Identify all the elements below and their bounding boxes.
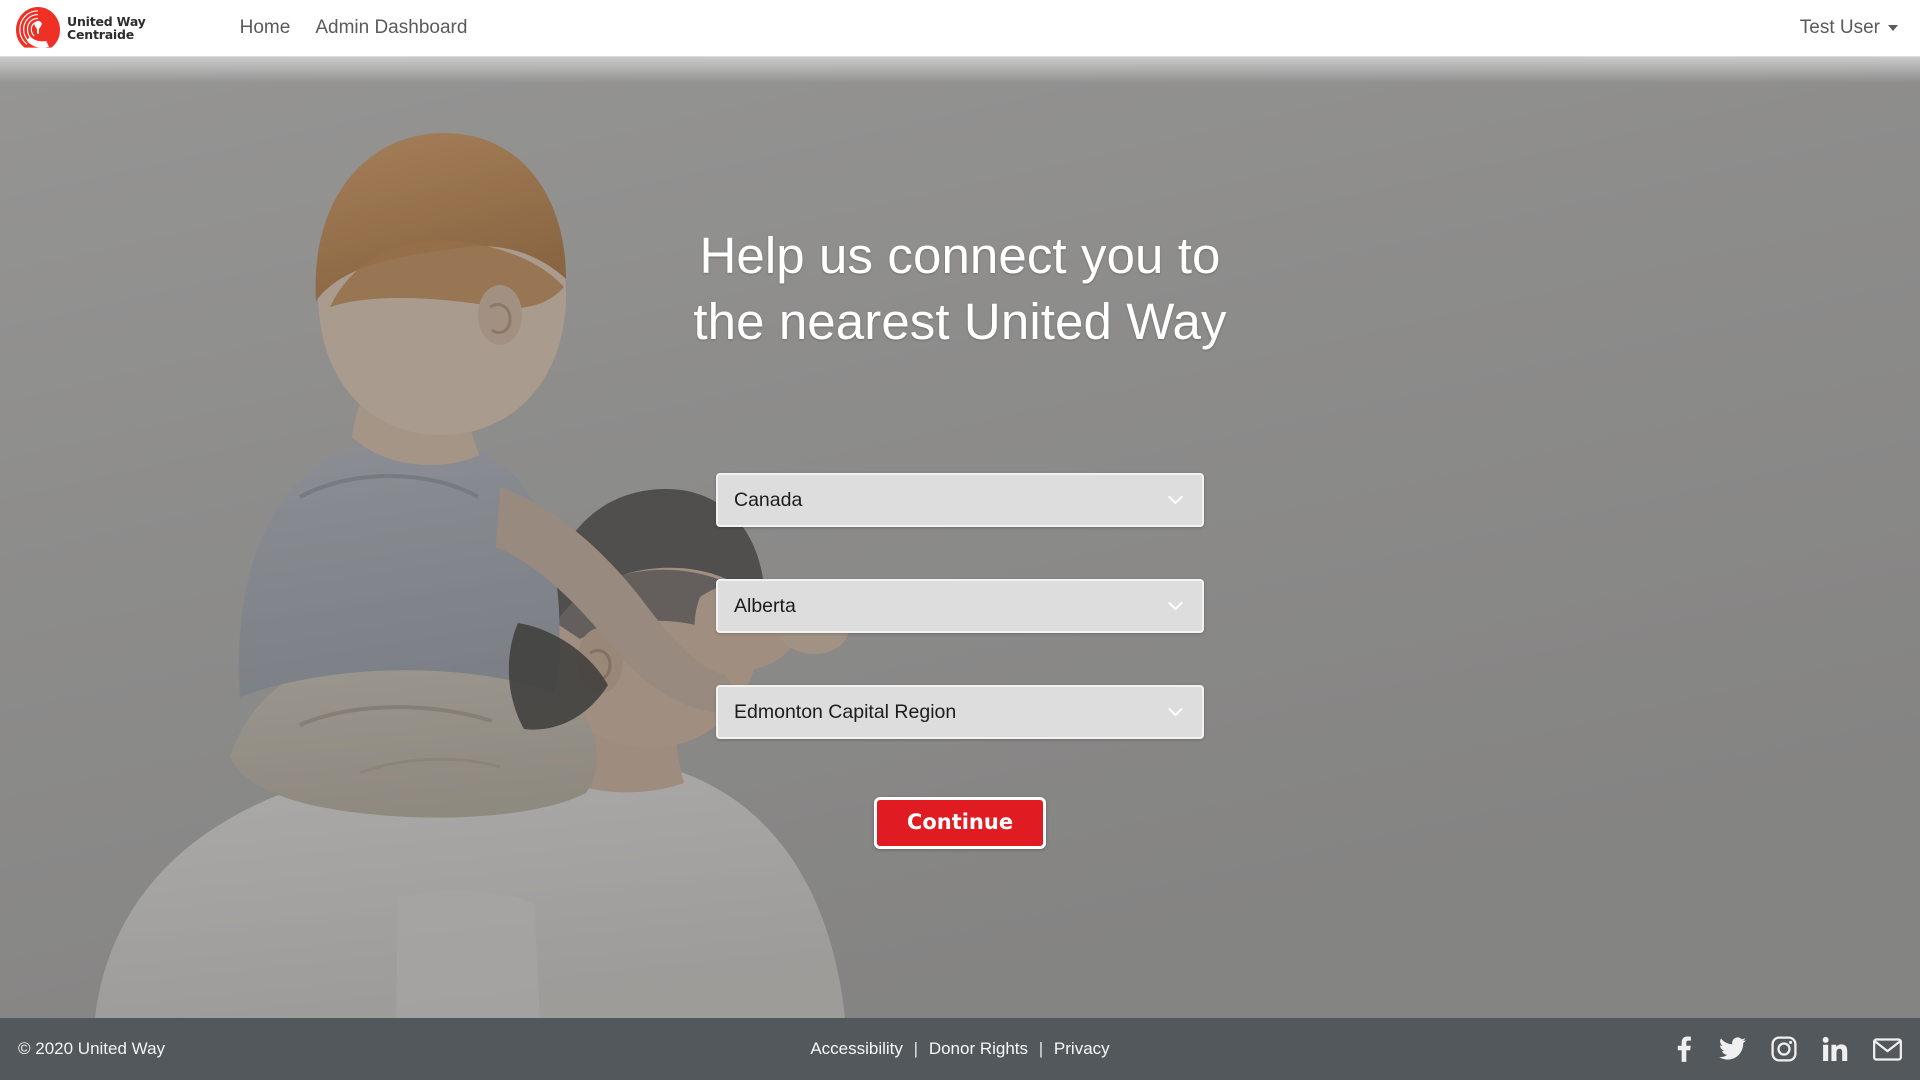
- page-title: Help us connect you to the nearest Unite…: [0, 223, 1920, 356]
- brand-wordmark: United Way Centraide: [67, 15, 146, 41]
- footer-link-donor-rights[interactable]: Donor Rights: [929, 1039, 1028, 1058]
- primary-nav: Home Admin Dashboard: [240, 17, 493, 39]
- page-title-line1: Help us connect you to: [699, 227, 1221, 284]
- province-select-value: Alberta: [734, 594, 796, 617]
- top-navbar: United Way Centraide Home Admin Dashboar…: [0, 0, 1920, 57]
- facebook-icon[interactable]: [1672, 1036, 1694, 1062]
- nav-link-home[interactable]: Home: [240, 17, 291, 39]
- location-form: Canada Alberta Edmonton Capital Region: [716, 473, 1204, 791]
- caret-down-icon: [1888, 25, 1898, 31]
- region-select-wrapper: Edmonton Capital Region: [716, 685, 1204, 739]
- twitter-icon[interactable]: [1719, 1036, 1746, 1062]
- footer-separator-2: |: [1038, 1039, 1044, 1058]
- user-menu-label: Test User: [1799, 17, 1880, 38]
- navbar-right: Test User: [1800, 17, 1898, 39]
- continue-button-row: Continue: [0, 797, 1920, 849]
- country-select[interactable]: Canada: [716, 473, 1204, 527]
- linkedin-icon[interactable]: [1822, 1036, 1848, 1062]
- footer-link-accessibility[interactable]: Accessibility: [810, 1039, 903, 1058]
- province-select[interactable]: Alberta: [716, 579, 1204, 633]
- region-select[interactable]: Edmonton Capital Region: [716, 685, 1204, 739]
- site-footer: © 2020 United Way Accessibility | Donor …: [0, 1018, 1920, 1080]
- continue-button[interactable]: Continue: [873, 797, 1047, 849]
- footer-link-privacy[interactable]: Privacy: [1054, 1039, 1110, 1058]
- united-way-centraide-logo-icon: [14, 6, 62, 50]
- country-select-wrapper: Canada: [716, 473, 1204, 527]
- hero-content: Help us connect you to the nearest Unite…: [0, 57, 1920, 1018]
- province-select-wrapper: Alberta: [716, 579, 1204, 633]
- page-root: United Way Centraide Home Admin Dashboar…: [0, 0, 1920, 1080]
- footer-social-links: [1672, 1036, 1902, 1062]
- brand-logo-link[interactable]: United Way Centraide: [14, 6, 146, 50]
- instagram-icon[interactable]: [1771, 1036, 1797, 1062]
- footer-links: Accessibility | Donor Rights | Privacy: [0, 1039, 1920, 1059]
- region-select-value: Edmonton Capital Region: [734, 700, 957, 723]
- user-menu[interactable]: Test User: [1800, 17, 1898, 39]
- footer-separator-1: |: [913, 1039, 919, 1058]
- hero-section: Help us connect you to the nearest Unite…: [0, 57, 1920, 1018]
- email-icon[interactable]: [1873, 1037, 1902, 1061]
- nav-link-admin-dashboard[interactable]: Admin Dashboard: [315, 17, 467, 39]
- page-title-line2: the nearest United Way: [693, 293, 1227, 351]
- brand-wordmark-line2: Centraide: [67, 27, 135, 42]
- country-select-value: Canada: [734, 488, 803, 511]
